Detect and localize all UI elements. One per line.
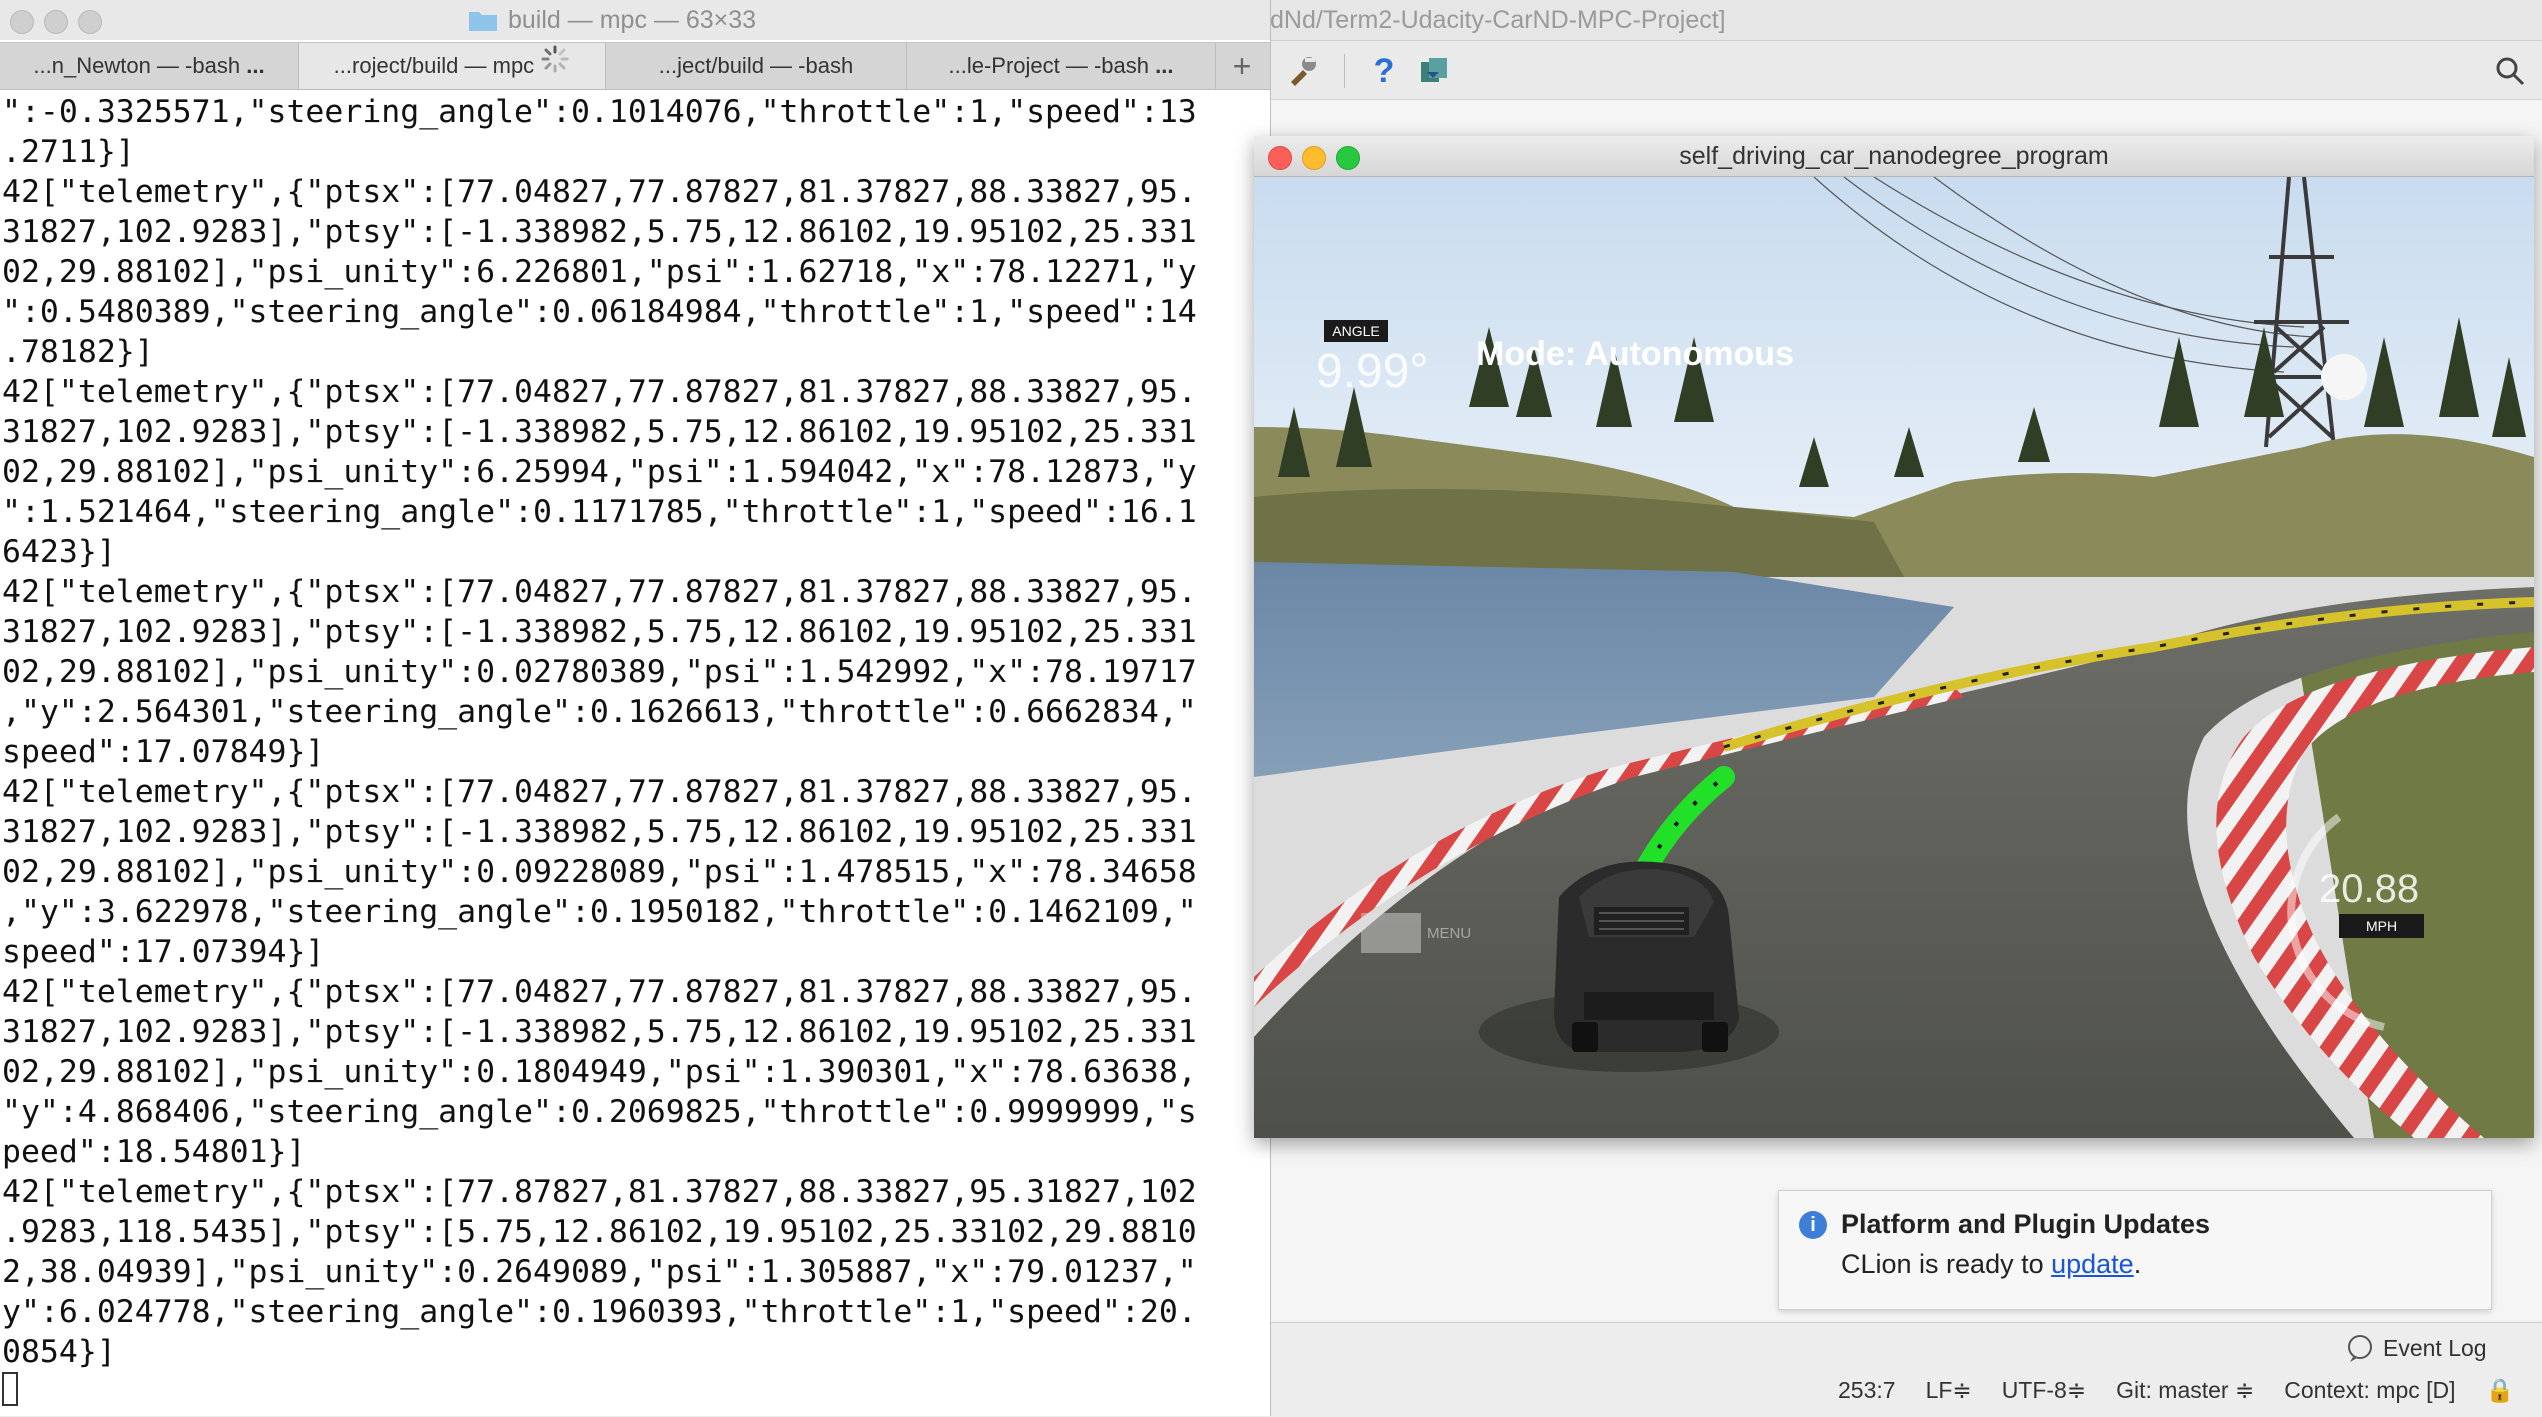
terminal-line: 42["telemetry",{"ptsx":[77.04827,77.8782… (2, 774, 1197, 810)
terminal-line: 0854}] (2, 1334, 116, 1370)
notification-text: CLion is ready to (1841, 1249, 2052, 1279)
menu-button-bg (1361, 913, 1421, 953)
search-icon[interactable] (2490, 51, 2530, 91)
ide-toolbar: ? (1270, 41, 2542, 100)
ide-status-bar: Event Log 253:7 LF≑ UTF-8≑ Git: master ≑… (1270, 1322, 2542, 1417)
terminal-line: 02,29.88102],"psi_unity":0.09228089,"psi… (2, 854, 1197, 890)
terminal-line: .9283,118.5435],"ptsy":[5.75,12.86102,19… (2, 1214, 1197, 1250)
terminal-line: ":1.521464,"steering_angle":0.1171785,"t… (2, 494, 1197, 530)
terminal-title: build — mpc — 63×33 (468, 0, 756, 40)
lock-icon[interactable]: 🔒 (2486, 1377, 2515, 1404)
terminal-line: speed":17.07394}] (2, 934, 325, 970)
terminal-tab-3[interactable]: ...ject/build — -bash (606, 43, 907, 89)
terminal-tab-2[interactable]: ...roject/build — mpc (299, 43, 606, 89)
terminal-line: 2,38.04939],"psi_unity":0.2649089,"psi":… (2, 1254, 1197, 1290)
terminal-line: 02,29.88102],"psi_unity":6.25994,"psi":1… (2, 454, 1197, 490)
terminal-line: ,"y":3.622978,"steering_angle":0.1950182… (2, 894, 1197, 930)
terminal-tab-4[interactable]: ...le-Project — -bash ... (907, 43, 1216, 89)
terminal-line: 31827,102.9283],"ptsy":[-1.338982,5.75,1… (2, 814, 1197, 850)
event-log-button[interactable]: Event Log (2345, 1333, 2487, 1363)
speed-value: 20.88 (2319, 867, 2420, 911)
update-link[interactable]: update (2051, 1249, 2134, 1279)
angle-label: ANGLE (1332, 323, 1380, 339)
terminal-line: 42["telemetry",{"ptsx":[77.87827,81.3782… (2, 1174, 1197, 1210)
menu-button[interactable]: MENU (1427, 925, 1471, 942)
event-log-icon (2348, 1335, 2372, 1362)
terminal-line: y":6.024778,"steering_angle":0.1960393,"… (2, 1294, 1197, 1330)
tab-label: ...le-Project — -bash (948, 53, 1150, 78)
notification-body: CLion is ready to update. (1841, 1249, 2141, 1280)
encoding-selector[interactable]: UTF-8≑ (2002, 1377, 2086, 1404)
ide-title-bar: dNd/Term2-Udacity-CarND-MPC-Project] (1270, 0, 2542, 41)
help-icon[interactable]: ? (1364, 51, 1404, 91)
spinner-icon (540, 44, 570, 90)
git-branch-selector[interactable]: Git: master ≑ (2116, 1377, 2254, 1404)
driving-scene (1254, 177, 2534, 1138)
simulator-title: self_driving_car_nanodegree_program (1679, 142, 2109, 170)
terminal-line: 02,29.88102],"psi_unity":0.1804949,"psi"… (2, 1054, 1197, 1090)
terminal-title-bar: build — mpc — 63×33 (0, 0, 1270, 40)
build-tools-icon[interactable] (1282, 51, 1322, 91)
status-items: 253:7 LF≑ UTF-8≑ Git: master ≑ Context: … (1838, 1377, 2542, 1404)
close-button[interactable] (10, 10, 34, 34)
tab-label: ...ject/build — -bash (658, 53, 854, 78)
vcs-update-icon[interactable] (1414, 51, 1454, 91)
terminal-line: 42["telemetry",{"ptsx":[77.04827,77.8782… (2, 974, 1197, 1010)
terminal-tab-bar: ...n_Newton — -bash ... ...roject/build … (0, 42, 1270, 90)
terminal-line: 31827,102.9283],"ptsy":[-1.338982,5.75,1… (2, 414, 1197, 450)
terminal-window: build — mpc — 63×33 ...n_Newton — -bash … (0, 0, 1271, 1416)
angle-value: 9.99° (1316, 345, 1429, 398)
terminal-tab-1[interactable]: ...n_Newton — -bash ... (0, 43, 299, 89)
simulator-viewport[interactable]: ANGLE 9.99° Mode: Autonomous 20.88 MPH M… (1254, 177, 2534, 1138)
zoom-button[interactable] (78, 10, 102, 34)
terminal-line: ,"y":2.564301,"steering_angle":0.1626613… (2, 694, 1197, 730)
terminal-line: 42["telemetry",{"ptsx":[77.04827,77.8782… (2, 374, 1197, 410)
terminal-line: 02,29.88102],"psi_unity":0.02780389,"psi… (2, 654, 1197, 690)
terminal-line: 31827,102.9283],"ptsy":[-1.338982,5.75,1… (2, 1014, 1197, 1050)
simulator-window: self_driving_car_nanodegree_program ANGL… (1254, 136, 2534, 1138)
mode-label: Mode: Autonomous (1476, 335, 1794, 373)
terminal-line: .78182}] (2, 334, 154, 370)
terminal-output[interactable]: ":-0.3325571,"steering_angle":0.1014076,… (2, 92, 1264, 1408)
terminal-line: 42["telemetry",{"ptsx":[77.04827,77.8782… (2, 174, 1197, 210)
notification-title: Platform and Plugin Updates (1841, 1209, 2211, 1239)
line-separator-selector[interactable]: LF≑ (1926, 1377, 1972, 1404)
minimize-button[interactable] (44, 10, 68, 34)
ide-window-title: dNd/Term2-Udacity-CarND-MPC-Project] (1270, 6, 1726, 34)
terminal-line: .2711}] (2, 134, 135, 170)
terminal-line: 02,29.88102],"psi_unity":6.226801,"psi":… (2, 254, 1197, 290)
toolbar-separator (1332, 51, 1356, 91)
tab-overflow-icon: ... (1155, 53, 1174, 78)
terminal-line: peed":18.54801}] (2, 1134, 306, 1170)
folder-icon (469, 12, 497, 31)
terminal-line: speed":17.07849}] (2, 734, 325, 770)
tab-label: ...n_Newton — -bash (33, 53, 241, 78)
sun (2321, 354, 2367, 400)
tab-overflow-icon: ... (246, 53, 265, 78)
new-tab-button[interactable]: + (1216, 43, 1268, 89)
context-selector[interactable]: Context: mpc [D] (2284, 1377, 2455, 1404)
terminal-line: 31827,102.9283],"ptsy":[-1.338982,5.75,1… (2, 214, 1197, 250)
terminal-line: 31827,102.9283],"ptsy":[-1.338982,5.75,1… (2, 614, 1197, 650)
speed-unit: MPH (2365, 918, 2398, 934)
terminal-line: "y":4.868406,"steering_angle":0.2069825,… (2, 1094, 1197, 1130)
update-notification: i Platform and Plugin Updates CLion is r… (1778, 1190, 2492, 1310)
terminal-line: 6423}] (2, 534, 116, 570)
terminal-cursor (2, 1372, 18, 1406)
tab-label: ...roject/build — mpc (333, 53, 535, 78)
terminal-line: 42["telemetry",{"ptsx":[77.04827,77.8782… (2, 574, 1197, 610)
terminal-line: ":0.5480389,"steering_angle":0.06184984,… (2, 294, 1197, 330)
terminal-line: ":-0.3325571,"steering_angle":0.1014076,… (2, 94, 1197, 130)
terminal-title-text: build — mpc — 63×33 (508, 6, 757, 34)
event-log-label: Event Log (2383, 1334, 2487, 1361)
cursor-position[interactable]: 253:7 (1838, 1377, 1896, 1404)
notification-suffix: . (2133, 1249, 2142, 1279)
info-icon: i (1799, 1211, 1827, 1239)
simulator-title-bar: self_driving_car_nanodegree_program (1254, 136, 2534, 177)
